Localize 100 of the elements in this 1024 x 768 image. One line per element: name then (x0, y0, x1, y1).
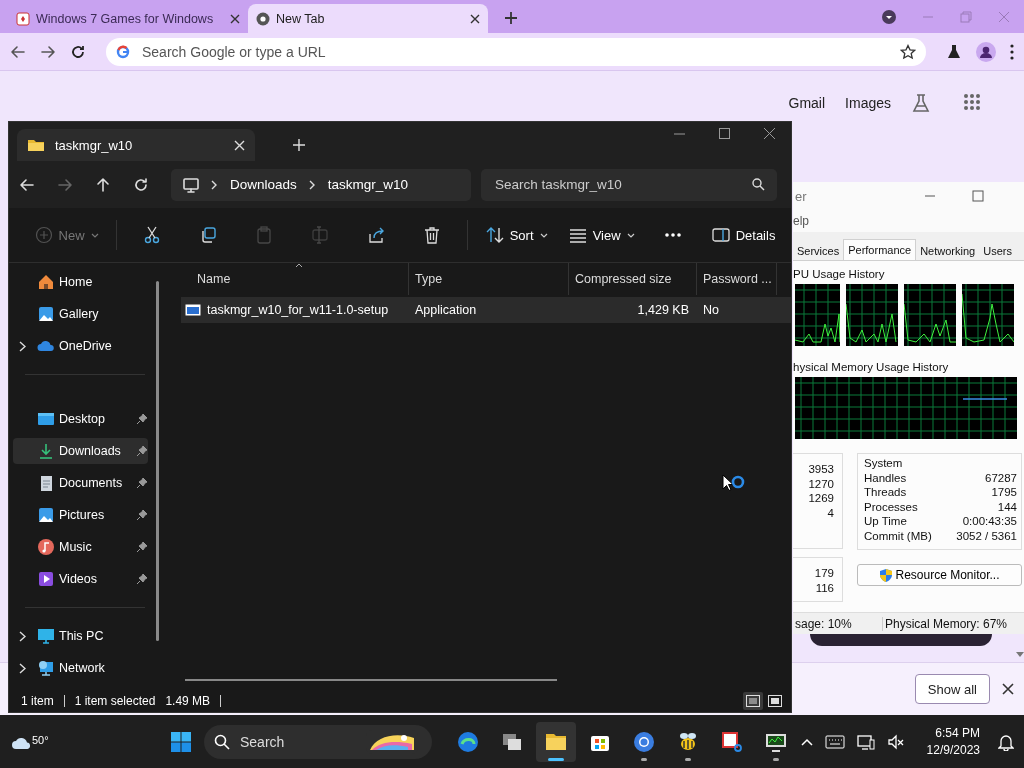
resource-monitor-button[interactable]: Resource Monitor... (857, 564, 1022, 586)
chrome-icon (632, 729, 656, 754)
volume-muted-icon[interactable] (886, 733, 905, 750)
avatar-icon[interactable] (976, 41, 996, 62)
clock-date[interactable]: 12/9/2023 (926, 741, 980, 759)
explorer-tab[interactable]: taskmgr_w10 (17, 129, 255, 161)
forward-icon[interactable] (57, 176, 73, 193)
tab[interactable]: Networking (916, 241, 980, 260)
nav-item[interactable]: Downloads (13, 438, 148, 464)
sort-caret-icon (295, 263, 303, 268)
link[interactable]: Gmail (788, 93, 826, 111)
list-icon (568, 226, 587, 244)
pin-icon (136, 477, 148, 489)
browser-tab[interactable]: Windows 7 Games for Windows (8, 4, 248, 33)
close-icon[interactable] (470, 13, 480, 24)
search-field[interactable]: Search taskmgr_w10 (493, 176, 752, 193)
status-text: sage: 10% (793, 616, 883, 631)
trash-icon (423, 226, 442, 244)
nav-item[interactable]: Home (13, 269, 148, 295)
back-icon[interactable] (10, 43, 26, 60)
weather-widget[interactable]: 50° (10, 733, 170, 750)
scroll-down-icon[interactable] (1015, 652, 1024, 658)
browser-tab[interactable]: New Tab (248, 4, 488, 33)
sort-button[interactable]: Sort (482, 218, 552, 252)
chevron-up-icon[interactable] (800, 737, 813, 746)
apps-grid-icon[interactable] (963, 93, 981, 111)
pill-button[interactable] (810, 634, 992, 646)
maximize-icon[interactable] (972, 190, 984, 202)
network-icon[interactable] (856, 733, 875, 750)
view-button[interactable]: View (565, 218, 639, 252)
address-bar[interactable]: Search Google or type a URL (106, 37, 926, 66)
scrollbar[interactable] (185, 679, 557, 681)
nav-item[interactable]: Pictures (13, 502, 148, 528)
picture-icon (37, 506, 55, 524)
back-icon[interactable] (19, 176, 35, 193)
stat-value: 144 (997, 499, 1017, 514)
breadcrumb[interactable]: taskmgr_w10 (327, 177, 409, 192)
column-header[interactable]: Name (181, 263, 409, 295)
pin-icon (136, 541, 148, 553)
maximize-icon[interactable] (719, 128, 730, 139)
search-box[interactable]: Search taskmgr_w10 (481, 168, 777, 201)
start-icon[interactable] (170, 730, 192, 753)
tab-search-icon[interactable] (882, 9, 896, 24)
nav-item[interactable]: Gallery (13, 301, 148, 327)
nav-item[interactable]: Videos (13, 566, 148, 592)
tab[interactable]: Services (793, 241, 844, 260)
search-box[interactable]: Search (204, 724, 432, 759)
nav-item[interactable]: Music (13, 534, 148, 560)
file-row[interactable]: taskmgr_w10_for_w11-1.0-setup Application 1,429 KB No (181, 297, 791, 323)
show-all-button[interactable]: Show all (914, 674, 990, 704)
nav-item[interactable]: Documents (13, 470, 148, 496)
chevron-icon[interactable] (19, 340, 26, 352)
chevron-icon[interactable] (19, 630, 26, 642)
cpu-usage-graph (795, 284, 840, 346)
pin-icon (136, 413, 148, 425)
column-header[interactable]: Password ... (697, 263, 777, 295)
stat-label: Up Time (864, 514, 907, 529)
forward-icon[interactable] (40, 43, 56, 60)
stat-value: 3052 / 5361 (956, 528, 1017, 543)
gallery-icon (37, 305, 55, 323)
chevron-icon[interactable] (19, 662, 26, 674)
close-icon[interactable] (1002, 683, 1014, 695)
stat-value: 3953 (808, 462, 834, 477)
tab[interactable]: Performance (843, 239, 917, 260)
menu-icon[interactable] (1010, 43, 1014, 60)
keyboard-icon[interactable] (824, 734, 845, 749)
section-heading: hysical Memory Usage History (793, 360, 950, 374)
details-button[interactable]: Details (708, 218, 779, 252)
taskbar-app[interactable] (536, 721, 576, 762)
flask-icon[interactable] (946, 43, 962, 60)
clock-time[interactable]: 6:54 PM (935, 724, 980, 742)
tab[interactable]: Users (979, 241, 1016, 260)
scrollbar[interactable] (156, 281, 159, 641)
menu-item[interactable]: elp (793, 214, 809, 228)
stat-label: Threads (864, 485, 907, 500)
nav-item[interactable]: Desktop (13, 406, 148, 432)
chevron-icon (308, 179, 316, 190)
nav-item[interactable]: OneDrive (13, 333, 148, 359)
search-field[interactable]: Search (238, 732, 358, 751)
nav-item[interactable]: Network (13, 655, 148, 681)
close-icon[interactable] (764, 128, 775, 139)
refresh-icon[interactable] (133, 176, 149, 193)
pin-icon (136, 445, 148, 457)
snipping-icon (720, 729, 744, 754)
application-icon (185, 304, 201, 316)
column-header[interactable]: Type (409, 263, 569, 295)
bell-icon[interactable] (998, 732, 1014, 751)
details-view-button[interactable] (743, 691, 763, 710)
close-icon[interactable] (230, 13, 240, 24)
cpu-usage-graph (846, 284, 898, 346)
breadcrumb[interactable]: Downloads (230, 177, 297, 192)
address-bar[interactable]: Downloads taskmgr_w10 (171, 168, 471, 201)
star-icon[interactable] (900, 43, 916, 60)
nav-item[interactable]: This PC (13, 623, 148, 649)
link[interactable]: Images (845, 93, 891, 111)
reload-icon[interactable] (70, 43, 86, 60)
new-tab-icon[interactable] (504, 11, 518, 25)
column-header[interactable]: Compressed size (569, 263, 697, 295)
tiles-icon (768, 694, 782, 707)
up-icon[interactable] (95, 176, 111, 193)
